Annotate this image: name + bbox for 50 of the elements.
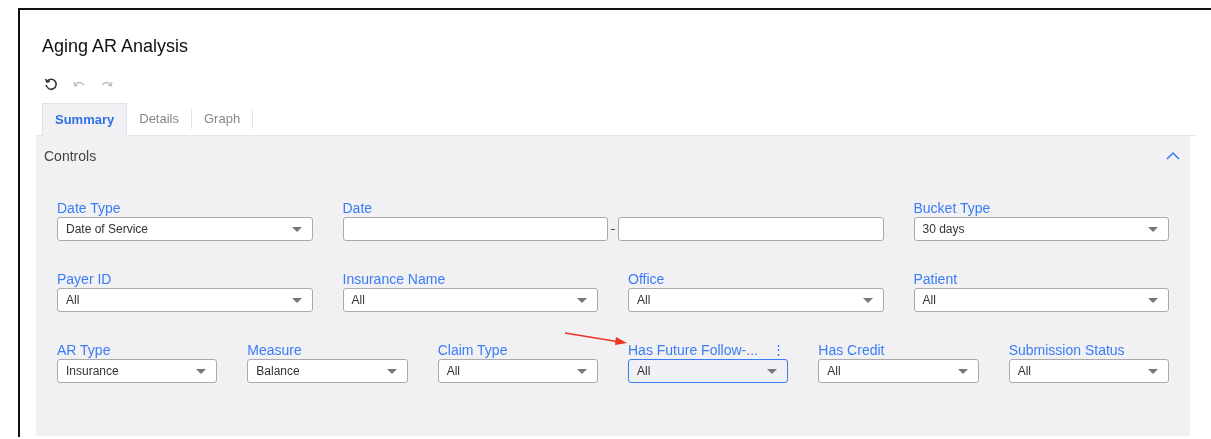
date-input[interactable] bbox=[618, 217, 884, 241]
range-dash bbox=[611, 228, 615, 230]
caret-icon bbox=[577, 368, 587, 374]
field-label: Submission Status bbox=[1008, 341, 1125, 358]
caret-icon bbox=[957, 368, 968, 374]
dropdown[interactable]: Insurance bbox=[57, 359, 218, 383]
dropdown[interactable]: All bbox=[913, 288, 1169, 312]
caret-icon bbox=[862, 297, 873, 303]
dropdown[interactable]: All bbox=[628, 359, 789, 383]
caret-icon bbox=[767, 368, 778, 374]
refresh-icon[interactable] bbox=[44, 77, 58, 91]
annotation-arrow bbox=[564, 332, 628, 346]
dropdown[interactable]: All bbox=[342, 288, 598, 312]
caret-icon bbox=[386, 368, 397, 374]
field-label: Has Future Follow-... bbox=[628, 341, 758, 358]
caret-icon bbox=[1148, 226, 1158, 232]
page-title: Aging AR Analysis bbox=[41, 35, 190, 58]
caret-icon bbox=[1148, 297, 1158, 303]
field-label: Measure bbox=[247, 341, 302, 358]
dropdown[interactable]: All bbox=[1008, 359, 1169, 383]
caret-icon bbox=[291, 297, 302, 303]
field-label: Date Type bbox=[57, 199, 121, 216]
redo-icon[interactable] bbox=[100, 79, 114, 89]
field-label: Insurance Name bbox=[342, 270, 446, 287]
caret-icon bbox=[1148, 368, 1158, 374]
caret-icon bbox=[291, 226, 302, 232]
dropdown[interactable]: All bbox=[437, 359, 598, 383]
undo-icon[interactable] bbox=[72, 79, 86, 89]
field-label: Office bbox=[628, 270, 665, 287]
field-label: Has Credit bbox=[818, 341, 885, 358]
dropdown[interactable]: 30 days bbox=[913, 217, 1169, 241]
caret-icon bbox=[196, 368, 207, 374]
panel-title: Controls bbox=[44, 148, 97, 164]
field-label: Date bbox=[342, 199, 373, 216]
field-label: Payer ID bbox=[57, 270, 112, 287]
dropdown[interactable]: Balance bbox=[247, 359, 408, 383]
dropdown[interactable]: All bbox=[57, 288, 313, 312]
tab[interactable]: Summary bbox=[42, 103, 128, 136]
caret-icon bbox=[577, 297, 587, 303]
field-label: AR Type bbox=[57, 341, 111, 358]
field-label: Claim Type bbox=[437, 341, 508, 358]
dropdown[interactable]: Date of Service bbox=[57, 217, 313, 241]
dropdown[interactable]: All bbox=[628, 288, 884, 312]
dropdown[interactable]: All bbox=[818, 359, 979, 383]
field-label: Patient bbox=[913, 270, 958, 287]
tab[interactable]: Graph bbox=[192, 109, 254, 129]
date-input[interactable] bbox=[342, 217, 608, 241]
field-label: Bucket Type bbox=[913, 199, 991, 216]
chevron-icon[interactable] bbox=[1166, 152, 1180, 160]
tab[interactable]: Details bbox=[127, 109, 192, 129]
